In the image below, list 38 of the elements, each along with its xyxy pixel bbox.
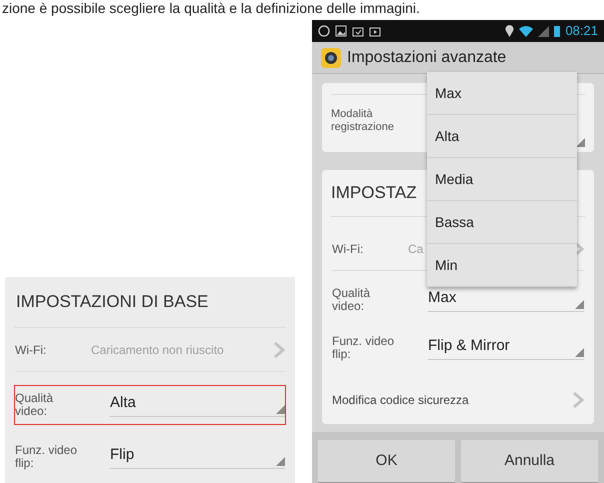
select-field[interactable]: Flip & Mirror xyxy=(428,334,584,360)
select-field[interactable]: Flip xyxy=(110,444,285,470)
dropdown-option[interactable]: Min xyxy=(427,244,577,287)
dropdown-option[interactable]: Max xyxy=(427,72,577,115)
setting-value: Ca xyxy=(408,240,424,258)
dropdown-corner-icon xyxy=(575,300,584,310)
setting-label: Modalità registrazione xyxy=(331,108,391,134)
setting-value: Caricamento non riuscito xyxy=(91,342,225,358)
select-field[interactable]: Alta xyxy=(110,392,285,418)
location-icon xyxy=(505,25,514,37)
image-icon xyxy=(335,25,347,37)
dropdown-option[interactable]: Bassa xyxy=(427,201,577,244)
dropdown-corner-icon xyxy=(575,348,584,358)
dialog-button[interactable]: Annulla xyxy=(461,440,598,483)
setting-label: Wi-Fi: xyxy=(15,342,48,358)
signal-icon xyxy=(538,26,550,36)
screen-title: Impostazioni avanzate xyxy=(347,48,506,68)
section-title: IMPOSTAZIONI DI BASE xyxy=(14,289,286,328)
setting-label: Qualità video: xyxy=(332,286,372,312)
setting-label: Funz. video flip: xyxy=(332,334,396,360)
camera-app-icon xyxy=(320,46,342,68)
dropdown-corner-icon xyxy=(576,138,585,147)
status-time: 08:21 xyxy=(565,22,598,40)
setting-label: Wi-Fi: xyxy=(332,240,364,258)
chevron-right-icon xyxy=(572,390,584,408)
setting-label: Funz. video flip: xyxy=(15,444,78,470)
chevron-right-icon xyxy=(273,340,285,358)
wifi-icon xyxy=(519,26,534,36)
caption-text: zione è possibile scegliere la qualità e la definizione delle immagini. xyxy=(1,0,421,18)
setting-label: Qualità video: xyxy=(15,392,54,418)
dropdown-corner-icon xyxy=(276,457,285,466)
clipboard-icon xyxy=(352,25,364,37)
dialog-button[interactable]: OK xyxy=(318,440,455,483)
dropdown-option[interactable]: Alta xyxy=(427,115,577,158)
dropdown-corner-icon xyxy=(276,405,285,414)
dropdown-option[interactable]: Media xyxy=(427,158,577,201)
battery-icon xyxy=(554,25,560,37)
security-code-link[interactable]: Modifica codice sicurezza xyxy=(332,376,584,422)
